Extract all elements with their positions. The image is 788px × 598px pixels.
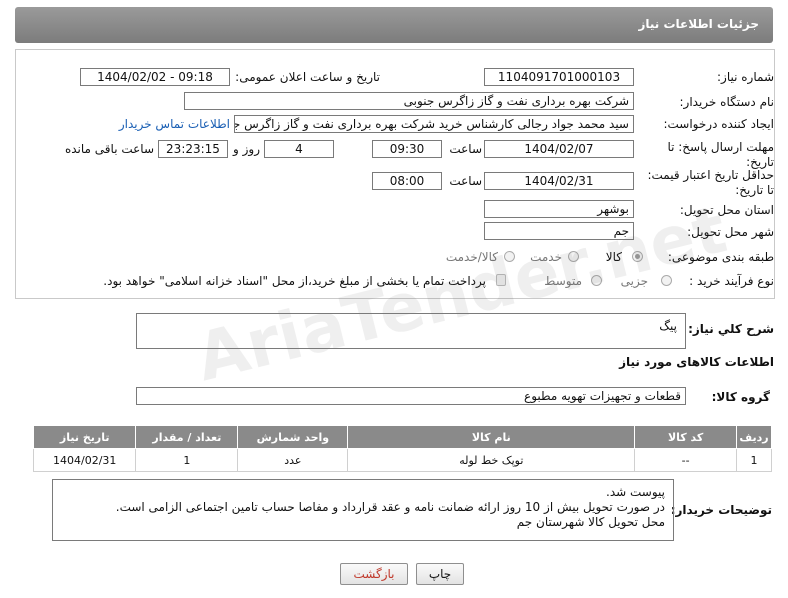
col-goods-name: نام کالا bbox=[347, 425, 636, 449]
notes-line-2: در صورت تحویل بیش از 10 روز ارائه ضمانت … bbox=[115, 500, 665, 514]
announce-label: تاریخ و ساعت اعلان عمومی: bbox=[235, 70, 380, 84]
col-quantity: تعداد / مقدار bbox=[135, 425, 239, 449]
col-need-date: تاریخ نیاز bbox=[32, 425, 137, 449]
table-row: 1404/02/31 1 عدد توپک خط لوله -- 1 bbox=[32, 448, 773, 472]
remaining-time-field[interactable]: 23:23:15 bbox=[158, 140, 228, 158]
need-number-label: شماره نیاز: bbox=[717, 70, 774, 84]
days-label: روز و bbox=[233, 142, 260, 156]
cell-goods-name: توپک خط لوله bbox=[347, 448, 636, 472]
days-field[interactable]: 4 bbox=[264, 140, 334, 158]
goods-table-header: تاریخ نیاز تعداد / مقدار واحد شمارش نام … bbox=[32, 425, 773, 449]
goods-section-title: اطلاعات کالاهای مورد نیاز bbox=[619, 355, 774, 369]
buyer-contact-link[interactable]: اطلاعات تماس خریدار bbox=[119, 117, 230, 131]
notes-line-1: پیوست شد. bbox=[606, 485, 665, 499]
cell-goods-code: -- bbox=[634, 448, 737, 472]
deadline-time-field[interactable]: 09:30 bbox=[372, 140, 442, 158]
requester-label: ایجاد کننده درخواست: bbox=[663, 117, 774, 131]
buyer-org-label: نام دستگاه خریدار: bbox=[679, 95, 775, 109]
process-label: نوع فرآیند خرید : bbox=[689, 274, 774, 288]
col-goods-code: کد کالا bbox=[634, 425, 737, 449]
announce-field[interactable]: 1404/02/02 - 09:18 bbox=[80, 68, 230, 86]
title-bar: جزئیات اطلاعات نیاز bbox=[15, 7, 773, 43]
print-button[interactable]: چاپ bbox=[416, 563, 464, 585]
goods-group-label: گروه کالا: bbox=[711, 390, 770, 404]
deadline-label: مهلت ارسال پاسخ: تا تاریخ: bbox=[667, 140, 774, 169]
summary-field[interactable]: پیگ bbox=[136, 313, 686, 349]
min-price-time-label: ساعت bbox=[449, 174, 482, 188]
page-title: جزئیات اطلاعات نیاز bbox=[638, 17, 759, 31]
col-row: ردیف bbox=[735, 425, 773, 449]
goods-table: تاریخ نیاز تعداد / مقدار واحد شمارش نام … bbox=[32, 425, 773, 472]
col-unit: واحد شمارش bbox=[237, 425, 349, 449]
requester-field[interactable]: سید محمد جواد رجالی کارشناس خرید شرکت به… bbox=[234, 115, 634, 133]
remaining-label: ساعت باقی مانده bbox=[64, 142, 154, 156]
back-button[interactable]: بازگشت bbox=[340, 563, 408, 585]
notes-line-3: محل تحویل کالا شهرستان جم bbox=[516, 515, 665, 529]
cell-need-date: 1404/02/31 bbox=[32, 448, 137, 472]
cell-unit: عدد bbox=[237, 448, 349, 472]
min-price-time-field[interactable]: 08:00 bbox=[372, 172, 442, 190]
min-price-date-field[interactable]: 1404/02/31 bbox=[484, 172, 634, 190]
need-number-field[interactable]: 1104091701000103 bbox=[484, 68, 634, 86]
buyer-org-field[interactable]: شرکت بهره برداری نفت و گاز زاگرس جنوبی bbox=[184, 92, 634, 110]
goods-group-field[interactable]: قطعات و تجهیزات تهویه مطبوع bbox=[136, 387, 686, 405]
notes-field[interactable]: پیوست شد. در صورت تحویل بیش از 10 روز ار… bbox=[52, 479, 674, 541]
cell-row: 1 bbox=[735, 448, 773, 472]
cell-quantity: 1 bbox=[135, 448, 239, 472]
deadline-time-label: ساعت bbox=[449, 142, 482, 156]
summary-value: پیگ bbox=[659, 319, 677, 333]
deadline-date-field[interactable]: 1404/02/07 bbox=[484, 140, 634, 158]
summary-label: شرح کلي نياز: bbox=[688, 322, 774, 336]
notes-label: توضیحات خریدار: bbox=[670, 503, 772, 517]
